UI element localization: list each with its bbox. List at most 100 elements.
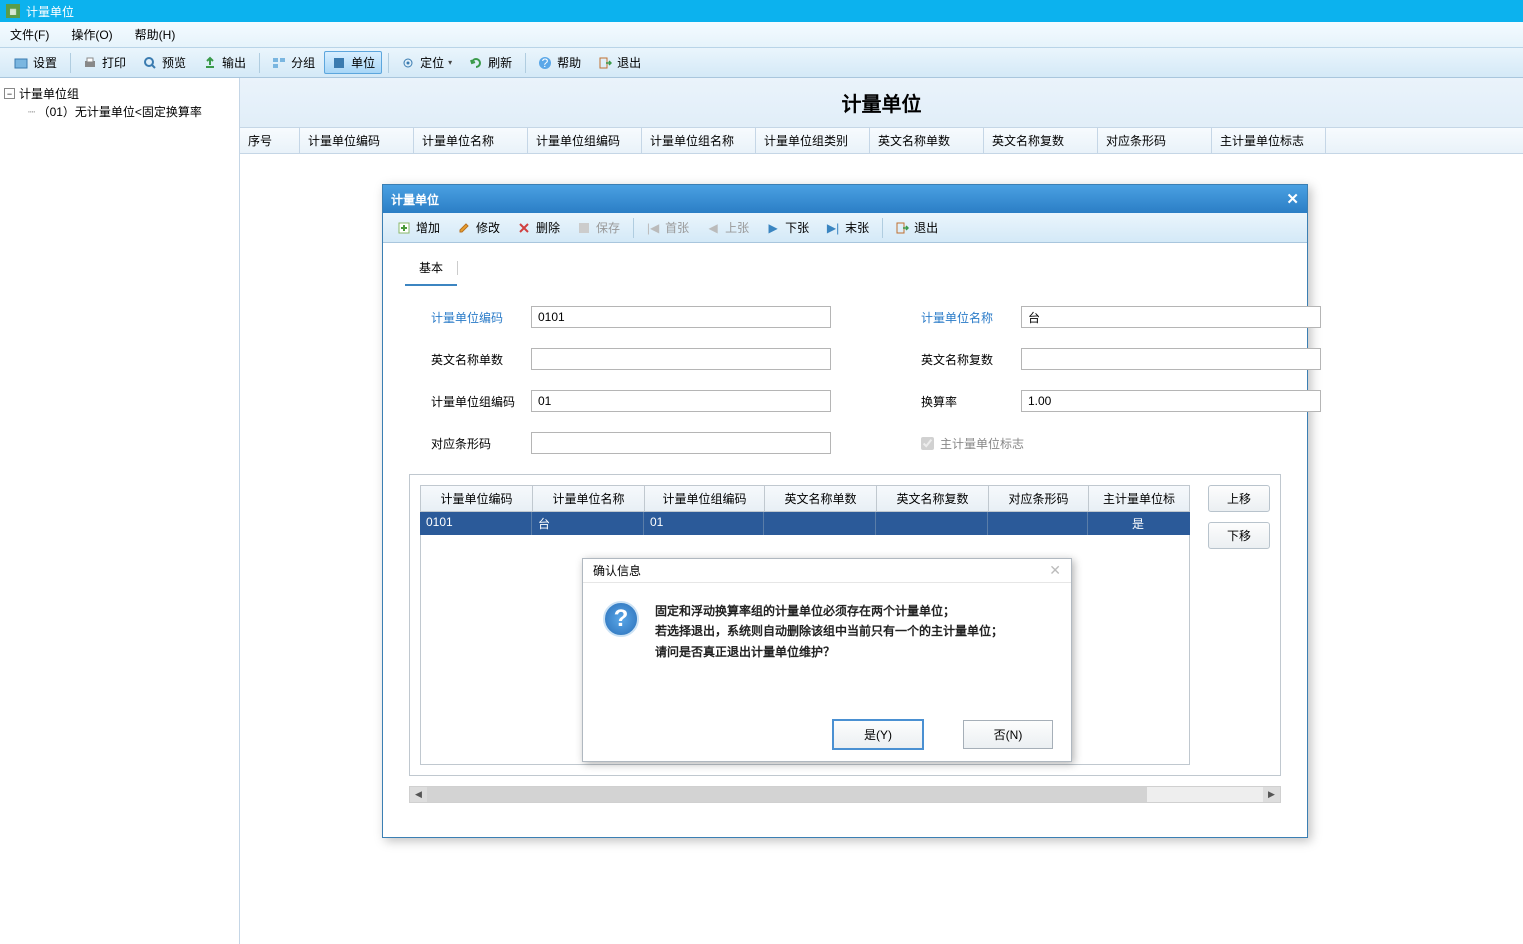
next-icon: ▶ <box>765 220 781 236</box>
window-title: 计量单位 <box>26 3 74 20</box>
rate-label: 换算率 <box>921 393 1021 410</box>
exit-icon <box>894 220 910 236</box>
col-index[interactable]: 序号 <box>240 128 300 153</box>
ens-label: 英文名称单数 <box>431 351 531 368</box>
col-barcode[interactable]: 对应条形码 <box>1098 128 1212 153</box>
confirm-titlebar[interactable]: 确认信息 ✕ <box>583 559 1071 583</box>
preview-button[interactable]: 预览 <box>135 51 193 74</box>
printer-icon <box>82 55 98 71</box>
export-button[interactable]: 输出 <box>195 51 253 74</box>
no-button[interactable]: 否(N) <box>963 720 1053 749</box>
barcode-input[interactable] <box>531 432 831 454</box>
app-icon: ▦ <box>6 4 20 18</box>
code-input[interactable] <box>531 306 831 328</box>
group-button[interactable]: 分组 <box>264 51 322 74</box>
pencil-icon <box>456 220 472 236</box>
exit-button[interactable]: 退出 <box>590 51 648 74</box>
col-grpcode[interactable]: 计量单位组编码 <box>528 128 642 153</box>
col-grpname[interactable]: 计量单位组名称 <box>642 128 756 153</box>
form-area: 计量单位编码 计量单位名称 英文名称单数 英文名称复数 计量单位组编码 换算率 … <box>401 286 1289 464</box>
export-icon <box>202 55 218 71</box>
locate-icon <box>400 55 416 71</box>
edit-button[interactable]: 修改 <box>449 216 507 239</box>
inner-grid-header: 计量单位编码 计量单位名称 计量单位组编码 英文名称单数 英文名称复数 对应条形… <box>420 485 1190 512</box>
table-row[interactable]: 0101 台 01 是 <box>420 512 1190 535</box>
first-icon: |◀ <box>645 220 661 236</box>
confirm-message: 固定和浮动换算率组的计量单位必须存在两个计量单位； 若选择退出，系统则自动删除该… <box>655 601 1003 662</box>
add-button[interactable]: 增加 <box>389 216 447 239</box>
save-icon <box>576 220 592 236</box>
unit-icon <box>331 55 347 71</box>
refresh-icon <box>468 55 484 71</box>
name-input[interactable] <box>1021 306 1321 328</box>
next-button[interactable]: ▶下张 <box>758 216 816 239</box>
last-button[interactable]: ▶|末张 <box>818 216 876 239</box>
scroll-thumb[interactable] <box>427 787 1147 802</box>
print-button[interactable]: 打印 <box>75 51 133 74</box>
unit-button[interactable]: 单位 <box>324 51 382 74</box>
menubar: 文件(F) 操作(O) 帮助(H) <box>0 22 1523 48</box>
delete-icon <box>516 220 532 236</box>
enp-label: 英文名称复数 <box>921 351 1021 368</box>
first-button: |◀首张 <box>638 216 696 239</box>
grpcode-label: 计量单位组编码 <box>431 393 531 410</box>
move-up-button[interactable]: 上移 <box>1208 485 1270 512</box>
confirm-title: 确认信息 <box>593 562 641 579</box>
side-buttons: 上移 下移 <box>1208 485 1270 765</box>
menu-operate[interactable]: 操作(O) <box>71 26 112 43</box>
close-icon[interactable]: ✕ <box>1049 562 1061 579</box>
scroll-right-icon[interactable]: ▶ <box>1263 787 1280 802</box>
dialog-exit-button[interactable]: 退出 <box>887 216 945 239</box>
dialog-titlebar[interactable]: 计量单位 ✕ <box>383 185 1307 213</box>
menu-help[interactable]: 帮助(H) <box>135 26 176 43</box>
tree-root[interactable]: − 计量单位组 <box>4 84 235 103</box>
barcode-label: 对应条形码 <box>431 435 531 452</box>
svg-text:?: ? <box>542 56 549 70</box>
name-label: 计量单位名称 <box>921 309 1021 326</box>
delete-button[interactable]: 删除 <box>509 216 567 239</box>
dialog-title: 计量单位 <box>391 191 439 208</box>
question-icon: ? <box>603 601 639 637</box>
scroll-left-icon[interactable]: ◀ <box>410 787 427 802</box>
col-ens[interactable]: 英文名称单数 <box>870 128 984 153</box>
code-label: 计量单位编码 <box>431 309 531 326</box>
grpcode-input[interactable] <box>531 390 831 412</box>
move-down-button[interactable]: 下移 <box>1208 522 1270 549</box>
refresh-button[interactable]: 刷新 <box>461 51 519 74</box>
col-name[interactable]: 计量单位名称 <box>414 128 528 153</box>
mainflag-checkbox: 主计量单位标志 <box>921 435 1321 452</box>
dropdown-icon: ▾ <box>448 58 452 67</box>
window-titlebar: ▦ 计量单位 <box>0 0 1523 22</box>
collapse-icon[interactable]: − <box>4 88 15 99</box>
col-grptype[interactable]: 计量单位组类别 <box>756 128 870 153</box>
menu-file[interactable]: 文件(F) <box>10 26 49 43</box>
col-code[interactable]: 计量单位编码 <box>300 128 414 153</box>
locate-button[interactable]: 定位▾ <box>393 51 459 74</box>
save-button: 保存 <box>569 216 627 239</box>
last-icon: ▶| <box>825 220 841 236</box>
rate-input[interactable] <box>1021 390 1321 412</box>
tab-basic[interactable]: 基本 <box>405 253 457 286</box>
yes-button[interactable]: 是(Y) <box>833 720 923 749</box>
add-icon <box>396 220 412 236</box>
exit-icon <box>597 55 613 71</box>
gear-icon <box>13 55 29 71</box>
page-title: 计量单位 <box>240 78 1523 128</box>
ens-input[interactable] <box>531 348 831 370</box>
settings-button[interactable]: 设置 <box>6 51 64 74</box>
group-icon <box>271 55 287 71</box>
col-mainflag[interactable]: 主计量单位标志 <box>1212 128 1326 153</box>
mainflag-check <box>921 437 934 450</box>
horizontal-scrollbar[interactable]: ◀ ▶ <box>409 786 1281 803</box>
dialog-toolbar: 增加 修改 删除 保存 |◀首张 ◀上张 ▶下张 ▶|末张 退出 <box>383 213 1307 243</box>
close-icon[interactable]: ✕ <box>1286 190 1299 208</box>
prev-icon: ◀ <box>705 220 721 236</box>
enp-input[interactable] <box>1021 348 1321 370</box>
col-enp[interactable]: 英文名称复数 <box>984 128 1098 153</box>
grid-header: 序号 计量单位编码 计量单位名称 计量单位组编码 计量单位组名称 计量单位组类别… <box>240 128 1523 154</box>
confirm-dialog: 确认信息 ✕ ? 固定和浮动换算率组的计量单位必须存在两个计量单位； 若选择退出… <box>582 558 1072 762</box>
help-button[interactable]: ?帮助 <box>530 51 588 74</box>
preview-icon <box>142 55 158 71</box>
tree-pane: − 计量单位组 ┈ （01）无计量单位<固定换算率 <box>0 78 240 944</box>
tree-child[interactable]: ┈ （01）无计量单位<固定换算率 <box>4 103 235 120</box>
